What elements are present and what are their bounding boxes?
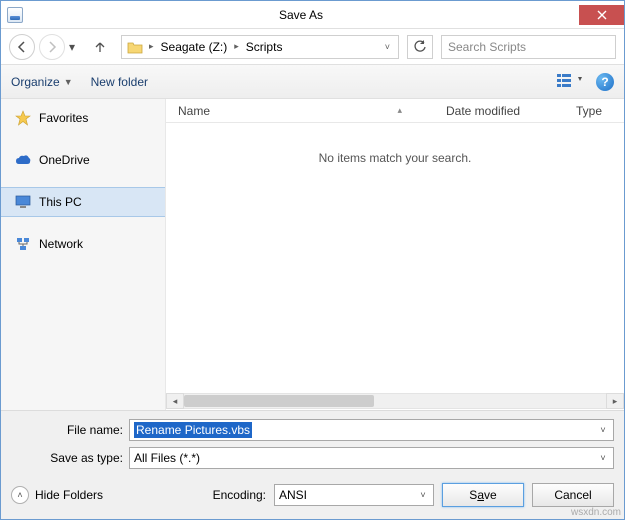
titlebar: Save As bbox=[1, 1, 624, 29]
body-area: Favorites OneDrive This PC Network Name bbox=[1, 99, 624, 410]
notepad-icon bbox=[7, 7, 23, 23]
column-type[interactable]: Type bbox=[564, 104, 624, 118]
file-list-pane: Name ▴ Date modified Type No items match… bbox=[166, 99, 624, 410]
chevron-down-icon[interactable]: ˅ bbox=[595, 422, 611, 438]
filename-input[interactable]: Rename Pictures.vbs ˅ bbox=[129, 419, 614, 441]
scroll-right-icon[interactable]: ▸ bbox=[606, 393, 624, 409]
navigation-bar: ▾ ▸ Seagate (Z:) ▸ Scripts ˅ Search Scri… bbox=[1, 29, 624, 65]
help-icon: ? bbox=[601, 75, 608, 89]
folder-icon bbox=[124, 37, 146, 57]
chevron-down-icon[interactable]: ˅ bbox=[595, 450, 611, 466]
network-icon bbox=[15, 236, 31, 252]
chevron-up-icon: ˄ bbox=[11, 486, 29, 504]
pc-icon bbox=[15, 194, 31, 210]
save-as-type-select[interactable]: All Files (*.*) ˅ bbox=[129, 447, 614, 469]
back-button[interactable] bbox=[9, 34, 35, 60]
search-input[interactable]: Search Scripts bbox=[441, 35, 616, 59]
toolbar: Organize ▼ New folder ? bbox=[1, 65, 624, 99]
save-as-type-label: Save as type: bbox=[11, 451, 123, 465]
empty-message: No items match your search. bbox=[319, 151, 472, 165]
column-headers: Name ▴ Date modified Type bbox=[166, 99, 624, 123]
chevron-right-icon: ▸ bbox=[146, 41, 157, 52]
breadcrumb-drive[interactable]: Seagate (Z:) bbox=[157, 36, 232, 58]
bottom-panel: File name: Rename Pictures.vbs ˅ Save as… bbox=[1, 410, 624, 519]
watermark: wsxdn.com bbox=[571, 507, 621, 518]
hide-folders-button[interactable]: ˄ Hide Folders bbox=[11, 486, 103, 504]
navigation-pane: Favorites OneDrive This PC Network bbox=[1, 99, 166, 410]
scroll-left-icon[interactable]: ◂ bbox=[166, 393, 184, 409]
up-button[interactable] bbox=[87, 34, 113, 60]
new-folder-button[interactable]: New folder bbox=[91, 75, 148, 89]
recent-locations-button[interactable]: ▾ bbox=[69, 40, 83, 54]
view-icon bbox=[556, 72, 586, 88]
help-button[interactable]: ? bbox=[596, 73, 614, 91]
refresh-button[interactable] bbox=[407, 35, 433, 59]
column-name[interactable]: Name ▴ bbox=[166, 104, 434, 118]
cloud-icon bbox=[15, 152, 31, 168]
sort-asc-icon: ▴ bbox=[397, 105, 402, 116]
encoding-select[interactable]: ANSI ˅ bbox=[274, 484, 434, 506]
column-date-modified[interactable]: Date modified bbox=[434, 104, 564, 118]
view-options-button[interactable] bbox=[556, 72, 586, 91]
close-button[interactable] bbox=[579, 5, 624, 25]
sidebar-item-favorites[interactable]: Favorites bbox=[1, 103, 165, 133]
sidebar-item-network[interactable]: Network bbox=[1, 229, 165, 259]
address-dropdown[interactable]: ˅ bbox=[379, 42, 396, 52]
encoding-label: Encoding: bbox=[213, 488, 266, 502]
refresh-icon bbox=[413, 40, 427, 54]
cancel-button[interactable]: Cancel bbox=[532, 483, 614, 507]
sidebar-item-onedrive[interactable]: OneDrive bbox=[1, 145, 165, 175]
save-button[interactable]: Save bbox=[442, 483, 524, 507]
scroll-track[interactable] bbox=[184, 393, 606, 409]
file-list: No items match your search. bbox=[166, 123, 624, 392]
forward-button[interactable] bbox=[39, 34, 65, 60]
star-icon bbox=[15, 110, 31, 126]
breadcrumb-folder[interactable]: Scripts bbox=[242, 36, 287, 58]
chevron-down-icon: ▼ bbox=[64, 77, 73, 87]
arrow-up-icon bbox=[93, 40, 107, 54]
search-placeholder: Search Scripts bbox=[448, 40, 526, 54]
scroll-thumb[interactable] bbox=[184, 395, 374, 407]
arrow-right-icon bbox=[46, 41, 58, 53]
sidebar-item-this-pc[interactable]: This PC bbox=[1, 187, 165, 217]
save-as-dialog: Save As ▾ ▸ Seagate (Z:) ▸ Scripts ˅ bbox=[0, 0, 625, 520]
filename-label: File name: bbox=[11, 423, 123, 437]
window-title: Save As bbox=[23, 8, 579, 22]
organize-button[interactable]: Organize ▼ bbox=[11, 75, 73, 89]
address-bar[interactable]: ▸ Seagate (Z:) ▸ Scripts ˅ bbox=[121, 35, 399, 59]
chevron-down-icon[interactable]: ˅ bbox=[415, 487, 431, 503]
close-icon bbox=[597, 10, 607, 20]
horizontal-scrollbar[interactable]: ◂ ▸ bbox=[166, 392, 624, 410]
chevron-right-icon: ▸ bbox=[231, 41, 242, 52]
arrow-left-icon bbox=[16, 41, 28, 53]
